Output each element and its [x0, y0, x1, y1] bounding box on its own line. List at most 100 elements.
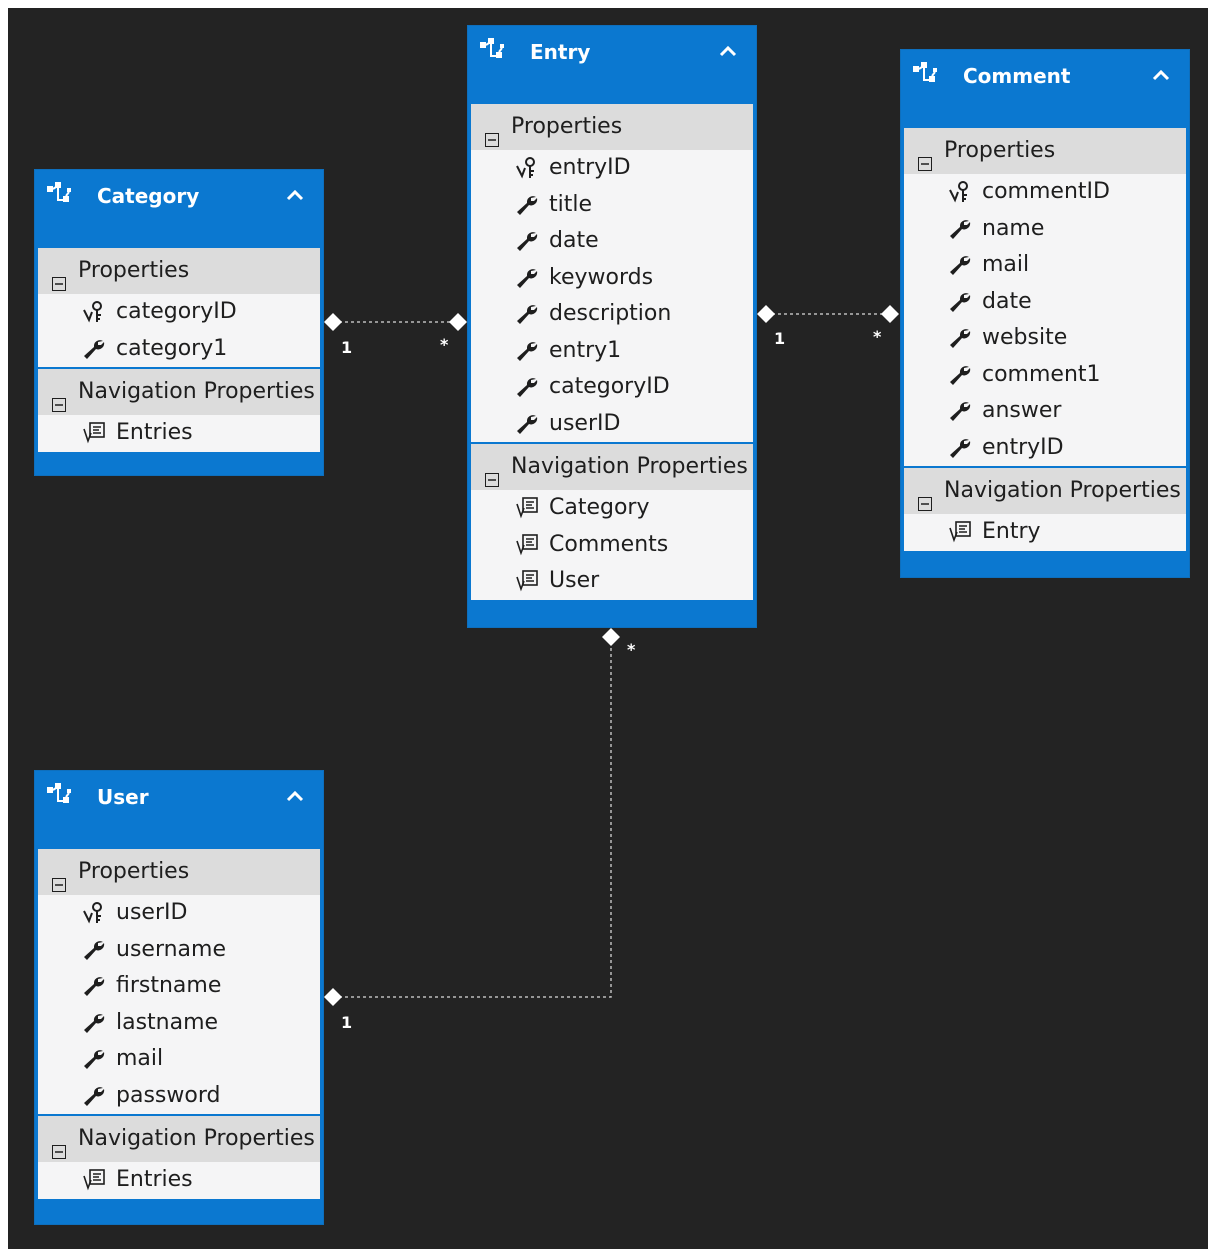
- entity-icon: [478, 38, 510, 66]
- wrench-icon: [82, 938, 106, 962]
- property-row-password[interactable]: password: [38, 1078, 320, 1115]
- property-row-userid[interactable]: userID: [38, 895, 320, 932]
- navigation-row-comments[interactable]: Comments: [471, 527, 753, 564]
- property-row-firstname[interactable]: firstname: [38, 968, 320, 1005]
- properties-section-header[interactable]: Properties: [471, 104, 753, 150]
- property-row-name[interactable]: name: [904, 211, 1186, 248]
- minus-box-icon[interactable]: [485, 118, 499, 147]
- navigation-section-title: Navigation Properties: [78, 379, 315, 404]
- chevron-up-icon[interactable]: [285, 184, 305, 206]
- entity-user[interactable]: User Properties userID username firstname las…: [34, 770, 324, 1225]
- navigation-row-entries[interactable]: Entries: [38, 1162, 320, 1199]
- entity-header[interactable]: Comment: [901, 50, 1189, 128]
- navigation-section-header[interactable]: Navigation Properties: [904, 468, 1186, 514]
- navigation-property-name: Entry: [982, 519, 1041, 544]
- wrench-icon: [948, 217, 972, 241]
- property-name: website: [982, 325, 1068, 350]
- entity-comment[interactable]: Comment Properties commentID name mail date we…: [900, 49, 1190, 578]
- property-row-date[interactable]: date: [904, 284, 1186, 321]
- navigation-section-header[interactable]: Navigation Properties: [471, 444, 753, 490]
- property-name: commentID: [982, 179, 1110, 204]
- association-endpoint-category[interactable]: [324, 313, 342, 331]
- wrench-icon: [948, 253, 972, 277]
- entity-header[interactable]: Category: [35, 170, 323, 248]
- navigation-icon: [515, 496, 539, 520]
- association-endpoint-comment[interactable]: [881, 305, 899, 323]
- property-row-categoryid[interactable]: categoryID: [471, 369, 753, 406]
- entity-icon: [45, 783, 77, 811]
- navigation-row-user[interactable]: User: [471, 563, 753, 600]
- navigation-row-entry[interactable]: Entry: [904, 514, 1186, 551]
- property-name: userID: [549, 410, 621, 436]
- property-name: date: [982, 288, 1032, 314]
- association-endpoint-entry-right[interactable]: [757, 305, 775, 323]
- properties-section-header[interactable]: Properties: [38, 849, 320, 895]
- properties-section-title: Properties: [78, 859, 190, 884]
- property-row-userid[interactable]: userID: [471, 406, 753, 443]
- property-row-categoryid[interactable]: categoryID: [38, 294, 320, 331]
- property-row-entryid[interactable]: entryID: [904, 430, 1186, 467]
- navigation-property-name: Comments: [549, 531, 669, 557]
- chevron-up-icon[interactable]: [718, 40, 738, 62]
- property-row-entry1[interactable]: entry1: [471, 333, 753, 370]
- property-row-commentid[interactable]: commentID: [904, 174, 1186, 211]
- entity-header[interactable]: Entry: [468, 26, 756, 104]
- entity-body: Properties commentID name mail date website co…: [904, 128, 1186, 551]
- property-row-entryid[interactable]: entryID: [471, 150, 753, 187]
- property-row-mail[interactable]: mail: [904, 247, 1186, 284]
- wrench-icon: [948, 326, 972, 350]
- property-row-lastname[interactable]: lastname: [38, 1005, 320, 1042]
- association-endpoint-entry-left[interactable]: [449, 313, 467, 331]
- properties-section-header[interactable]: Properties: [38, 248, 320, 294]
- navigation-section-header[interactable]: Navigation Properties: [38, 369, 320, 415]
- entity-icon: [911, 62, 943, 90]
- property-row-keywords[interactable]: keywords: [471, 260, 753, 297]
- navigation-section-header[interactable]: Navigation Properties: [38, 1116, 320, 1162]
- property-row-comment1[interactable]: comment1: [904, 357, 1186, 394]
- entity-category[interactable]: Category Properties categoryID category1 Nav…: [34, 169, 324, 476]
- minus-box-icon[interactable]: [52, 863, 66, 892]
- association-line-user-entry[interactable]: [333, 637, 612, 998]
- navigation-icon: [948, 520, 972, 544]
- association-endpoint-entry-bottom[interactable]: [602, 628, 620, 646]
- association-endpoint-user[interactable]: [324, 988, 342, 1006]
- minus-box-icon[interactable]: [918, 482, 932, 511]
- navigation-property-name: Entries: [116, 420, 193, 445]
- entity-footer: [901, 551, 1189, 567]
- wrench-icon: [515, 193, 539, 217]
- property-row-website[interactable]: website: [904, 320, 1186, 357]
- property-name: title: [549, 191, 593, 217]
- navigation-icon: [82, 1168, 106, 1192]
- wrench-icon: [82, 1011, 106, 1035]
- property-row-title[interactable]: title: [471, 187, 753, 224]
- navigation-property-name: Entries: [116, 1167, 193, 1192]
- property-row-category1[interactable]: category1: [38, 331, 320, 368]
- minus-box-icon[interactable]: [485, 458, 499, 487]
- navigation-property-name: User: [549, 568, 600, 593]
- key-icon: [82, 901, 106, 925]
- property-row-date[interactable]: date: [471, 223, 753, 260]
- properties-section-header[interactable]: Properties: [904, 128, 1186, 174]
- multiplicity-one-user: 1: [341, 1013, 353, 1032]
- wrench-icon: [82, 1047, 106, 1071]
- property-row-mail[interactable]: mail: [38, 1041, 320, 1078]
- chevron-up-icon[interactable]: [285, 785, 305, 807]
- entity-title: Entry: [530, 40, 591, 64]
- navigation-row-category[interactable]: Category: [471, 490, 753, 527]
- minus-box-icon[interactable]: [52, 262, 66, 291]
- property-name: description: [549, 301, 672, 326]
- property-row-description[interactable]: description: [471, 296, 753, 333]
- wrench-icon: [515, 302, 539, 326]
- entity-footer: [468, 600, 756, 616]
- chevron-up-icon[interactable]: [1151, 64, 1171, 86]
- entity-entry[interactable]: Entry Properties entryID title date keywords d…: [467, 25, 757, 628]
- navigation-row-entries[interactable]: Entries: [38, 415, 320, 452]
- property-name: mail: [116, 1046, 164, 1071]
- minus-box-icon[interactable]: [918, 142, 932, 171]
- property-row-answer[interactable]: answer: [904, 393, 1186, 430]
- entity-footer: [35, 452, 323, 468]
- property-row-username[interactable]: username: [38, 932, 320, 969]
- minus-box-icon[interactable]: [52, 1130, 66, 1159]
- entity-header[interactable]: User: [35, 771, 323, 849]
- minus-box-icon[interactable]: [52, 383, 66, 412]
